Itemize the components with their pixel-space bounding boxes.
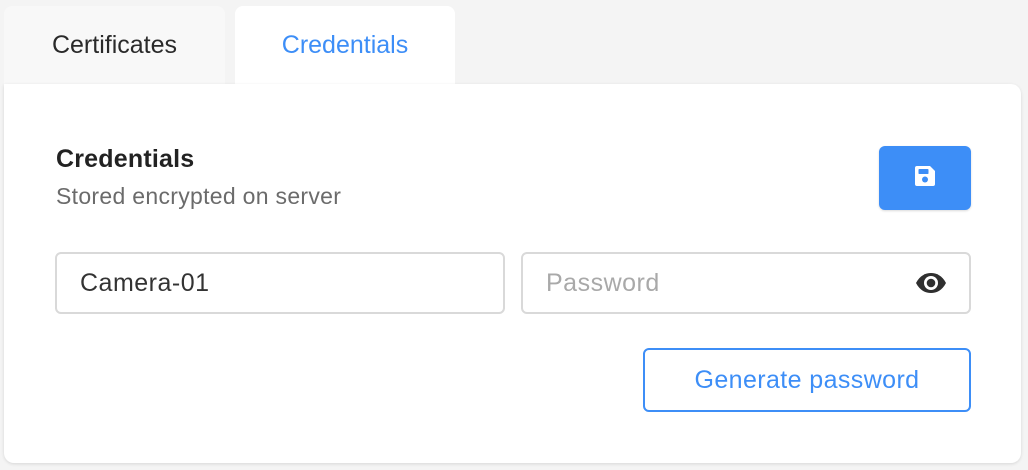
panel-title: Credentials	[56, 145, 195, 173]
generate-password-label: Generate password	[694, 365, 920, 394]
tab-credentials[interactable]: Credentials	[235, 6, 455, 84]
panel-subtitle: Stored encrypted on server	[56, 183, 342, 209]
tab-certificates[interactable]: Certificates	[4, 6, 225, 84]
password-field[interactable]	[521, 252, 971, 314]
save-button[interactable]	[879, 146, 971, 210]
username-input[interactable]	[57, 254, 503, 312]
eye-icon[interactable]	[915, 272, 947, 294]
credentials-panel: Credentials Stored encrypted on server G…	[4, 84, 1021, 463]
tab-certificates-label: Certificates	[51, 30, 178, 59]
generate-password-button[interactable]: Generate password	[643, 348, 971, 412]
password-input[interactable]	[523, 254, 969, 312]
username-field[interactable]	[55, 252, 505, 314]
floppy-disk-icon	[914, 165, 936, 192]
tab-credentials-label: Credentials	[281, 30, 409, 59]
